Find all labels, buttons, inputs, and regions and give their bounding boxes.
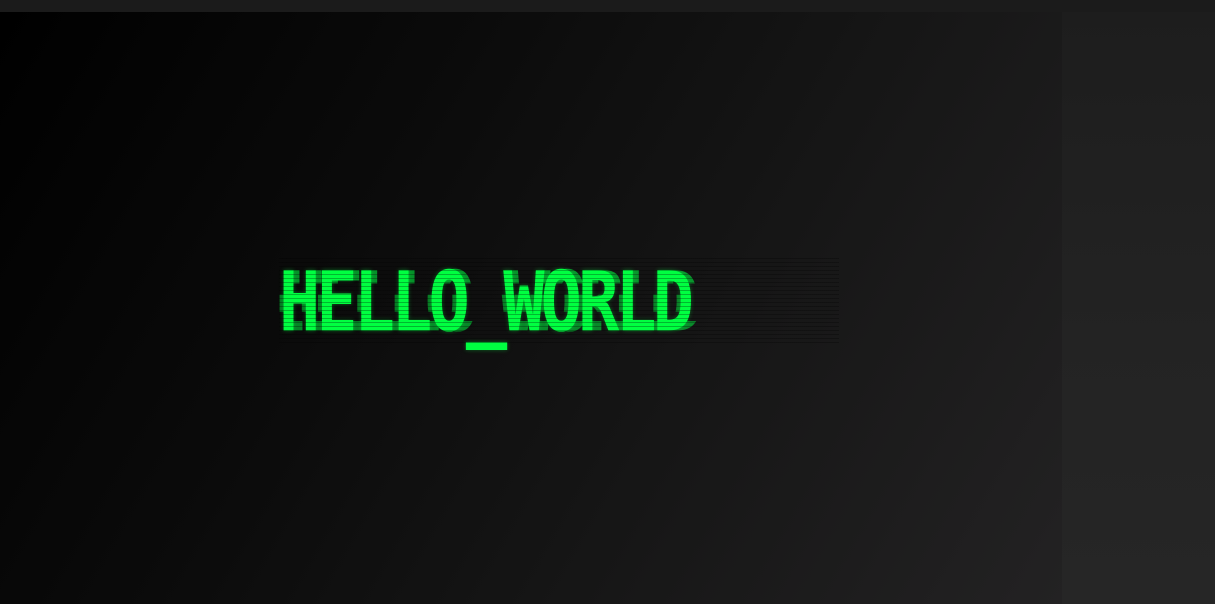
top-strip xyxy=(0,0,1215,12)
right-side-panel xyxy=(1062,12,1215,604)
glitch-stage: HELLO_WORLD HELLO_WORLD HELLO_WORLD HELL… xyxy=(0,12,1062,604)
glitch-text-group: HELLO_WORLD HELLO_WORLD HELLO_WORLD HELL… xyxy=(275,255,839,349)
